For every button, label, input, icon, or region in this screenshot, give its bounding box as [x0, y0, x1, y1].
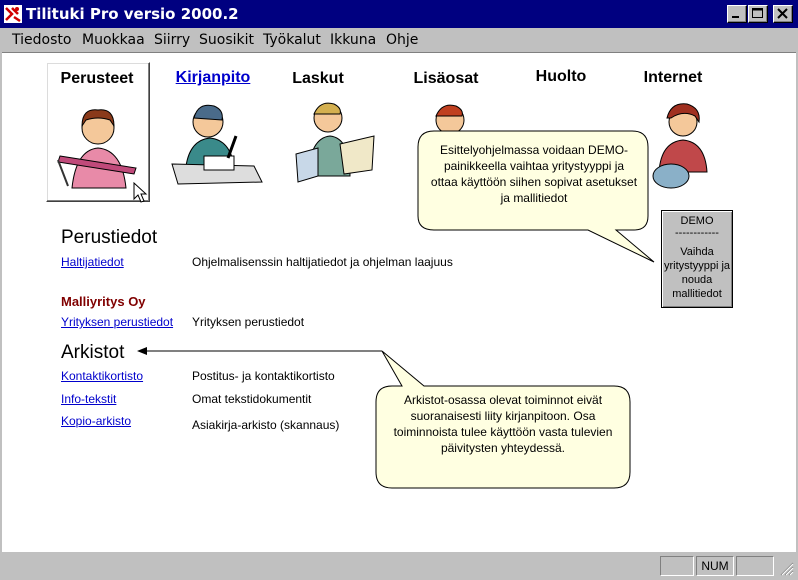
tab-kirjanpito[interactable]: Kirjanpito [163, 69, 263, 87]
desc-yrityksen-perustiedot: Yrityksen perustiedot [192, 315, 305, 329]
status-pane-num: NUM [696, 556, 734, 576]
status-pane-1 [660, 556, 694, 576]
tooltip-arkistot-text: Arkistot-osassa olevat toiminnot eivät s… [393, 393, 613, 455]
link-haltijatiedot[interactable]: Haltijatiedot [61, 255, 124, 269]
window-title: Tilituki Pro versio 2000.2 [26, 5, 239, 23]
section-heading-perustiedot: Perustiedot [61, 227, 158, 248]
demo-button-label: Vaihda yritystyyppi ja nouda mallitiedot [663, 246, 731, 300]
desc-kontaktikortisto: Postitus- ja kontaktikortisto [192, 369, 335, 383]
desc-kopio-arkisto: Asiakirja-arkisto (skannaus) [192, 418, 340, 432]
demo-button-separator: ------------ [675, 227, 719, 239]
mouse-cursor-icon [133, 182, 148, 203]
menu-tiedosto[interactable]: Tiedosto [12, 32, 71, 48]
desc-haltijatiedot: Ohjelmalisenssin haltijatiedot ja ohjelm… [192, 255, 453, 269]
person-writing-pen-icon[interactable] [52, 98, 144, 190]
tab-perusteet-label[interactable]: Perusteet [47, 70, 147, 88]
section-heading-arkistot: Arkistot [61, 342, 125, 363]
menu-suosikit[interactable]: Suosikit [199, 32, 254, 48]
status-pane-3 [736, 556, 774, 576]
maximize-button[interactable] [748, 5, 768, 23]
demo-button[interactable]: DEMO ------------ Vaihda yritystyyppi ja… [661, 210, 733, 308]
company-name: Malliyritys Oy [61, 294, 146, 309]
demo-button-title: DEMO [680, 215, 714, 227]
person-holding-papers-icon[interactable] [288, 96, 378, 192]
menu-muokkaa[interactable]: Muokkaa [82, 32, 145, 48]
link-kontaktikortisto[interactable]: Kontaktikortisto [61, 369, 143, 383]
menu-tyokalut[interactable]: Työkalut [263, 32, 321, 48]
close-button[interactable] [773, 5, 793, 23]
menu-siirry[interactable]: Siirry [154, 32, 190, 48]
tab-huolto[interactable]: Huolto [511, 68, 611, 86]
resize-grip-icon[interactable] [780, 562, 794, 576]
title-bar[interactable]: Tilituki Pro versio 2000.2 [0, 0, 798, 28]
app-logo-icon[interactable] [4, 5, 22, 23]
menu-ikkuna[interactable]: Ikkuna [330, 32, 376, 48]
minimize-button[interactable] [727, 5, 747, 23]
link-info-tekstit[interactable]: Info-tekstit [61, 392, 116, 406]
tab-laskut[interactable]: Laskut [268, 70, 368, 88]
person-at-desk-icon[interactable] [168, 96, 264, 188]
link-yrityksen-perustiedot[interactable]: Yrityksen perustiedot [61, 315, 173, 329]
menu-bar: Tiedosto Muokkaa Siirry Suosikit Työkalu… [0, 28, 798, 52]
menu-ohje[interactable]: Ohje [386, 32, 418, 48]
arrow-icon [137, 347, 382, 355]
link-kopio-arkisto[interactable]: Kopio-arkisto [61, 414, 131, 428]
tab-internet[interactable]: Internet [623, 69, 723, 87]
desc-info-tekstit: Omat tekstidokumentit [192, 392, 312, 406]
tab-lisaosat[interactable]: Lisäosat [396, 70, 496, 88]
status-bar: NUM [0, 552, 798, 580]
tooltip-demo-text: Esittelyohjelmassa voidaan DEMO-painikke… [430, 143, 638, 205]
